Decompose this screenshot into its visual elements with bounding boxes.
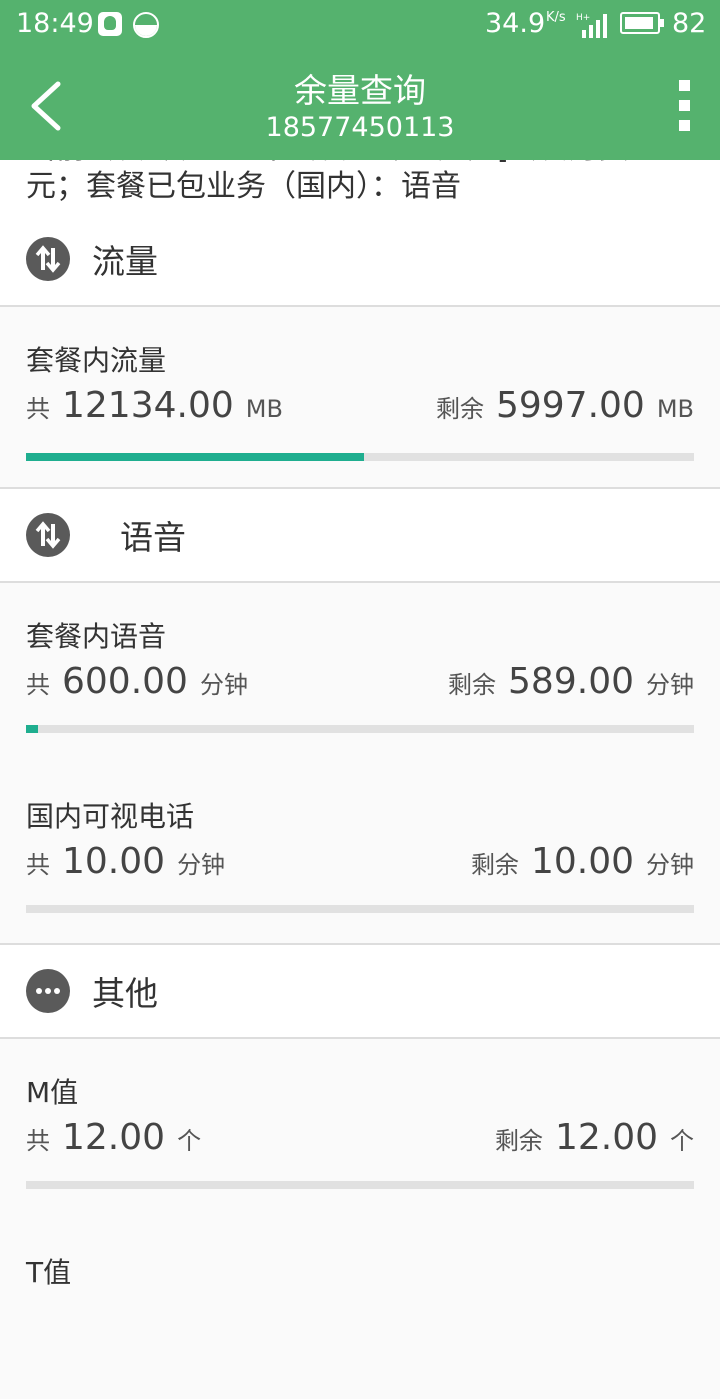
usage-progress-fill xyxy=(26,725,39,733)
usage-item: 套餐内流量 共 12134.00 MB 剩余 5997.00 MB xyxy=(0,307,720,487)
remain-unit: MB xyxy=(656,395,694,423)
remain-unit: 分钟 xyxy=(646,671,694,699)
status-bar: 18:49 34.9 K/s H+ 82 xyxy=(0,0,720,50)
swap-arrows-icon xyxy=(26,237,70,281)
usage-progress-bar xyxy=(26,905,694,913)
remain-unit: 个 xyxy=(670,1127,694,1155)
total-unit: MB xyxy=(245,395,283,423)
usage-item-label: 国内可视电话 xyxy=(26,800,195,833)
data-usage-group: 套餐内流量 共 12134.00 MB 剩余 5997.00 MB xyxy=(0,307,720,487)
usage-item-label: T值 xyxy=(26,1256,72,1289)
total-value: 10.00 xyxy=(62,841,166,882)
usage-progress-bar xyxy=(26,725,694,733)
remain-value: 12.00 xyxy=(554,1117,658,1158)
usage-item: 国内可视电话 共 10.00 分钟 剩余 10.00 分钟 xyxy=(0,763,720,943)
remain-value: 5997.00 xyxy=(495,385,645,426)
data-saver-icon xyxy=(133,12,159,38)
remain-label: 剩余 xyxy=(448,671,497,699)
section-header-voice: 语音 xyxy=(0,487,720,583)
remain-unit: 分钟 xyxy=(646,851,694,879)
total-value: 12.00 xyxy=(62,1117,166,1158)
usage-item-label: 套餐内语音 xyxy=(26,620,167,653)
remain-value: 589.00 xyxy=(508,661,634,702)
usage-item: T值 xyxy=(0,1219,720,1399)
network-speed: 34.9 xyxy=(485,8,546,39)
swap-arrows-icon xyxy=(26,513,70,557)
usage-item-label: M值 xyxy=(26,1076,79,1109)
section-title-other: 其他 xyxy=(92,974,158,1013)
section-title-data: 流量 xyxy=(92,242,158,281)
total-unit: 分钟 xyxy=(199,671,248,699)
status-time: 18:49 xyxy=(16,8,94,39)
usage-progress-fill xyxy=(26,453,364,461)
section-title-voice: 语音 xyxy=(120,518,186,557)
usage-progress-bar xyxy=(26,453,694,461)
other-usage-group: M值 共 12.00 个 剩余 12.00 个 T值 xyxy=(0,1039,720,1399)
qq-notification-icon xyxy=(98,12,122,36)
total-label: 共 xyxy=(26,395,50,423)
remain-label: 剩余 xyxy=(470,851,519,879)
usage-item: M值 共 12.00 个 剩余 12.00 个 xyxy=(0,1039,720,1219)
network-speed-unit: K/s xyxy=(546,10,566,25)
phone-number: 18577450113 xyxy=(265,112,455,143)
page-title: 余量查询 xyxy=(294,71,426,110)
usage-progress-bar xyxy=(26,1181,694,1189)
total-value: 12134.00 xyxy=(62,385,234,426)
remain-value: 10.00 xyxy=(530,841,634,882)
more-dots-icon xyxy=(26,969,70,1013)
section-header-data: 流量 xyxy=(0,213,720,307)
total-label: 共 xyxy=(26,851,50,879)
battery-level: 82 xyxy=(672,8,707,39)
battery-icon xyxy=(620,12,664,34)
remain-label: 剩余 xyxy=(494,1127,543,1155)
total-label: 共 xyxy=(26,671,50,699)
app-toolbar: 余量查询 18577450113 xyxy=(0,50,720,160)
total-value: 600.00 xyxy=(62,661,188,702)
section-header-other: 其他 xyxy=(0,943,720,1039)
usage-item: 套餐内语音 共 600.00 分钟 剩余 589.00 分钟 xyxy=(0,583,720,763)
signal-icon xyxy=(580,14,610,38)
more-menu-icon[interactable] xyxy=(672,78,698,134)
voice-usage-group: 套餐内语音 共 600.00 分钟 剩余 589.00 分钟 国内可视电话 共 10.00… xyxy=(0,583,720,943)
total-unit: 个 xyxy=(177,1127,202,1155)
content-scroll[interactable]: 当前套餐:沃3G基本套餐A（96元）[套餐月费96元；套餐已包业务（国内）：语音… xyxy=(0,120,720,1399)
total-unit: 分钟 xyxy=(177,851,226,879)
usage-item-label: 套餐内流量 xyxy=(26,344,167,377)
remain-label: 剩余 xyxy=(435,395,484,423)
total-label: 共 xyxy=(26,1127,50,1155)
